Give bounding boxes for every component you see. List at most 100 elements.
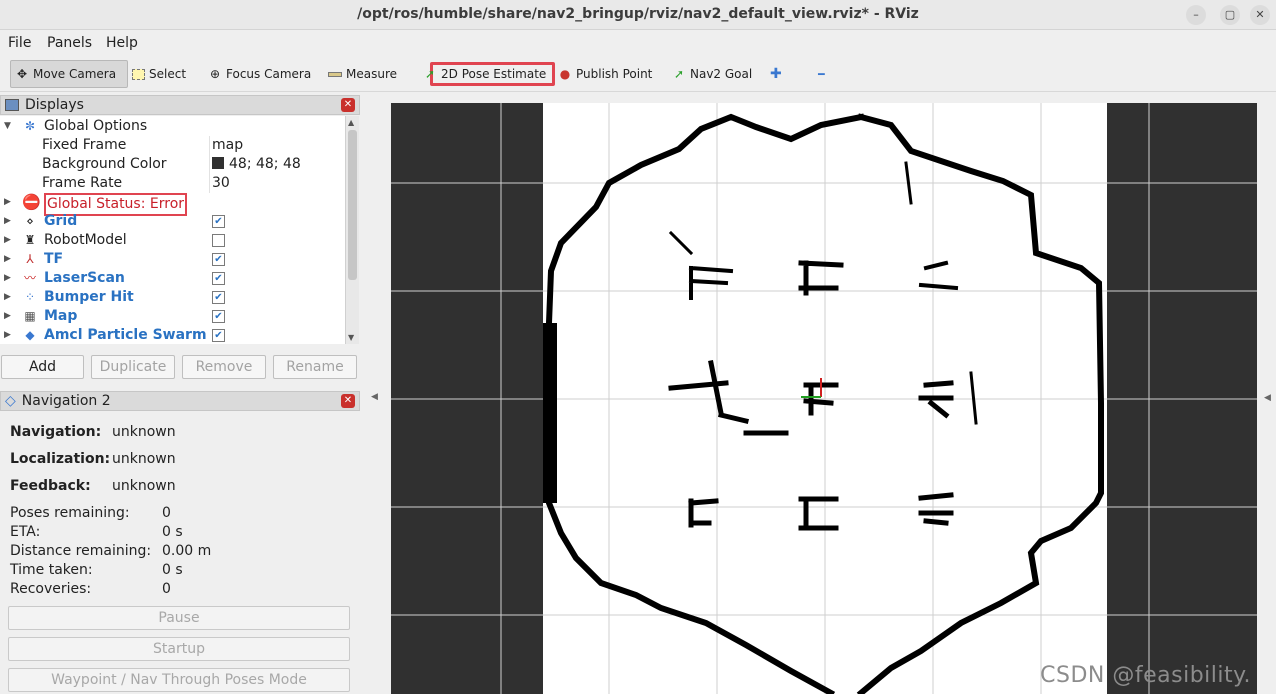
move-camera-tool[interactable]: ✥ Move Camera [10,60,128,88]
title-bar: /opt/ros/humble/share/nav2_bringup/rviz/… [0,0,1276,30]
poses-remaining-label: Poses remaining: [10,505,130,521]
displays-scrollbar[interactable]: ▲ ▼ [345,116,359,344]
amcl-particle-swarm-checkbox[interactable]: ✔ [212,329,225,342]
expand-arrow-icon[interactable]: ▶ [4,326,11,344]
expand-arrow-icon[interactable]: ▶ [4,250,11,269]
select-icon [132,68,145,80]
display-name-robotmodel: RobotModel [44,232,127,248]
particle-icon: ◆ [25,328,35,342]
measure-tool[interactable]: Measure [324,60,403,88]
tree-row-frame-rate[interactable]: Frame Rate 30 [0,174,345,193]
add-tool-button[interactable]: ✚ [766,60,788,88]
watermark-text: CSDN @feasibility. [1040,663,1251,688]
minus-icon: ━ [818,67,825,81]
menu-help[interactable]: Help [106,35,138,51]
panel-splitter[interactable]: ◀ [367,92,387,694]
navigation-status-label: Navigation: [10,424,102,440]
startup-button[interactable]: Startup [8,637,350,661]
display-name-amcl-particle-swarm: Amcl Particle Swarm [44,327,207,343]
column-divider [209,155,210,174]
add-display-button[interactable]: Add [1,355,84,379]
feedback-label: Feedback: [10,478,91,494]
navigation-panel-header: ◇ Navigation 2 ✕ [0,391,360,411]
map-render[interactable] [391,103,1257,694]
tree-row-bumper-hit[interactable]: ▶ ⁘ Bumper Hit ✔ [0,288,345,307]
map-checkbox[interactable]: ✔ [212,310,225,323]
duplicate-display-button[interactable]: Duplicate [91,355,175,379]
tf-checkbox[interactable]: ✔ [212,253,225,266]
minimize-button[interactable]: – [1186,5,1206,25]
collapse-left-icon[interactable]: ◀ [371,392,378,402]
expand-arrow-icon[interactable]: ▶ [4,288,11,307]
displays-title: Displays [25,97,84,113]
map-pin-icon: ● [559,67,571,81]
grid-checkbox[interactable]: ✔ [212,215,225,228]
close-navigation-button[interactable]: ✕ [341,394,355,408]
maximize-button[interactable]: ▢ [1220,5,1240,25]
tf-icon: ⅄ [26,252,34,266]
pose-estimate-label: 2D Pose Estimate [441,67,547,81]
scroll-up-icon[interactable]: ▲ [348,118,354,127]
fixed-frame-value[interactable]: map [212,136,243,155]
scroll-down-icon[interactable]: ▼ [348,333,354,342]
menu-panels[interactable]: Panels [47,35,92,51]
scroll-thumb[interactable] [348,130,357,280]
rename-display-button[interactable]: Rename [273,355,357,379]
tree-row-fixed-frame[interactable]: Fixed Frame map [0,136,345,155]
navigation-panel-title: Navigation 2 [21,393,111,409]
right-panel-strip[interactable]: ◀ [1262,103,1276,694]
nav2-goal-tool[interactable]: ➚ Nav2 Goal [668,60,758,88]
expand-arrow-icon[interactable]: ▶ [4,307,11,326]
laserscan-checkbox[interactable]: ✔ [212,272,225,285]
plus-icon: ✚ [770,66,782,82]
tree-row-grid[interactable]: ▶ ⋄ Grid ✔ [0,212,345,231]
poses-remaining-value: 0 [162,505,171,521]
close-displays-button[interactable]: ✕ [341,98,355,112]
publish-point-tool[interactable]: ● Publish Point [554,60,658,88]
tree-row-tf[interactable]: ▶ ⅄ TF ✔ [0,250,345,269]
eta-value: 0 s [162,524,183,540]
tree-row-amcl-particle-swarm[interactable]: ▶ ◆ Amcl Particle Swarm ✔ [0,326,345,344]
menu-file[interactable]: File [8,35,31,51]
publish-point-label: Publish Point [576,67,653,81]
robotmodel-checkbox[interactable] [212,234,225,247]
grid-icon: ⋄ [26,214,34,228]
collapse-arrow-icon[interactable]: ▼ [4,117,11,136]
focus-camera-icon: ⊕ [209,67,221,81]
expand-arrow-icon[interactable]: ▶ [4,269,11,288]
bumper-hit-checkbox[interactable]: ✔ [212,291,225,304]
focus-camera-label: Focus Camera [226,67,312,81]
pause-button[interactable]: Pause [8,606,350,630]
select-tool[interactable]: Select [128,60,192,88]
monitor-icon [5,99,19,111]
frame-rate-label: Frame Rate [42,175,123,191]
pose-arrow-icon: ➚ [424,67,436,81]
select-label: Select [149,67,187,81]
tree-row-robotmodel[interactable]: ▶ ♜ RobotModel [0,231,345,250]
tree-row-laserscan[interactable]: ▶ 〰 LaserScan ✔ [0,269,345,288]
close-window-button[interactable]: ✕ [1250,5,1270,25]
error-icon: ⛔ [22,193,41,211]
fixed-frame-label: Fixed Frame [42,137,127,153]
move-camera-label: Move Camera [33,67,117,81]
expand-arrow-icon[interactable]: ▶ [4,193,11,212]
time-taken-value: 0 s [162,562,183,578]
remove-tool-button[interactable]: ━ [814,60,831,88]
navigation-status-value: unknown [112,424,176,440]
focus-camera-tool[interactable]: ⊕ Focus Camera [204,60,317,88]
navigation-diamond-icon: ◇ [5,393,16,409]
pose-estimate-tool[interactable]: ➚ 2D Pose Estimate [425,62,556,86]
background-color-value[interactable]: 48; 48; 48 [212,155,301,174]
expand-right-icon[interactable]: ◀ [1264,393,1271,403]
tree-row-global-options[interactable]: ▼ ✼ Global Options [0,117,345,136]
expand-arrow-icon[interactable]: ▶ [4,212,11,231]
tree-row-background-color[interactable]: Background Color 48; 48; 48 [0,155,345,174]
remove-display-button[interactable]: Remove [182,355,266,379]
render-viewport[interactable]: CSDN @feasibility. [391,103,1257,694]
waypoint-mode-button[interactable]: Waypoint / Nav Through Poses Mode [8,668,350,692]
tree-row-map[interactable]: ▶ ▦ Map ✔ [0,307,345,326]
color-swatch [212,157,224,169]
tree-row-global-status[interactable]: ▶ ⛔ Global Status: Error [0,193,345,216]
frame-rate-value[interactable]: 30 [212,174,230,193]
expand-arrow-icon[interactable]: ▶ [4,231,11,250]
